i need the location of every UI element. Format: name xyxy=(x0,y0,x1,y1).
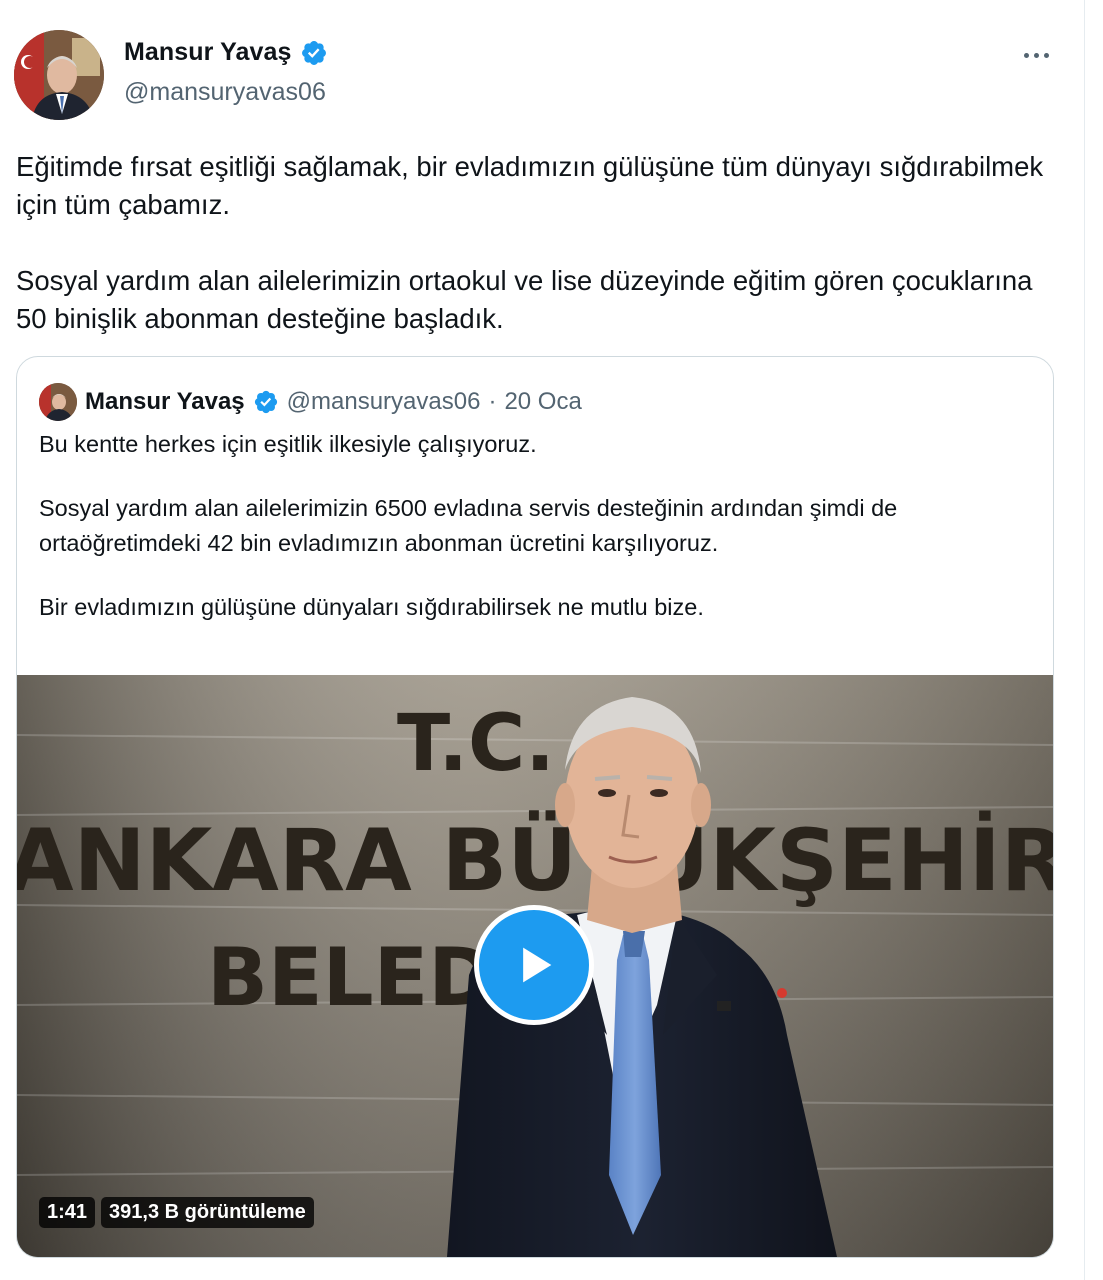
quoted-author-handle[interactable]: @mansuryavas06 xyxy=(287,388,481,416)
video-duration: 1:41 xyxy=(39,1197,96,1228)
quoted-tweet-header: Mansur Yavaş @mansuryavas06 · 20 Oca xyxy=(39,383,582,421)
video-player[interactable]: T.C. ANKARA BÜYÜKŞEHİR BELEDİYESİ 1:41 3… xyxy=(17,675,1053,1257)
video-meta: 1:41 391,3 B görüntüleme xyxy=(39,1197,314,1228)
play-icon xyxy=(523,947,552,983)
wall-sign-line-1: T.C. xyxy=(397,699,555,789)
verified-badge-icon xyxy=(253,389,279,415)
quoted-tweet-text: Bu kentte herkes için eşitlik ilkesiyle … xyxy=(39,427,1029,625)
tweet-text: Eğitimde fırsat eşitliği sağlamak, bir e… xyxy=(16,148,1056,338)
quoted-tweet[interactable]: Mansur Yavaş @mansuryavas06 · 20 Oca Bu … xyxy=(16,356,1054,1258)
tweet-paragraph: Sosyal yardım alan ailelerimizin ortaoku… xyxy=(16,265,1033,334)
more-horizontal-icon-dot xyxy=(1033,52,1039,58)
more-horizontal-icon-dot xyxy=(1043,52,1049,58)
timeline-border xyxy=(1084,0,1085,1280)
quoted-paragraph: Sosyal yardım alan ailelerimizin 6500 ev… xyxy=(39,495,898,556)
tweet-paragraph: Eğitimde fırsat eşitliği sağlamak, bir e… xyxy=(16,151,1044,220)
quoted-author-display-name[interactable]: Mansur Yavaş xyxy=(85,388,245,416)
author-handle[interactable]: @mansuryavas06 xyxy=(124,78,326,107)
author-display-name[interactable]: Mansur Yavaş xyxy=(124,38,292,67)
tweet: Mansur Yavaş @mansuryavas06 Eğitimde fır… xyxy=(0,0,1103,1280)
verified-badge-icon xyxy=(300,39,328,67)
quoted-author-avatar[interactable] xyxy=(39,383,77,421)
author-name-row[interactable]: Mansur Yavaş xyxy=(124,38,328,67)
quoted-paragraph: Bu kentte herkes için eşitlik ilkesiyle … xyxy=(39,431,537,457)
more-horizontal-icon xyxy=(1023,52,1029,58)
quoted-tweet-date[interactable]: 20 Oca xyxy=(504,388,581,416)
wall-sign-line-2: ANKARA BÜYÜKŞEHİR xyxy=(17,810,1053,911)
more-options-button[interactable] xyxy=(1016,40,1056,70)
separator-dot: · xyxy=(488,388,497,415)
quoted-paragraph: Bir evladımızın gülüşüne dünyaları sığdı… xyxy=(39,594,704,620)
author-avatar[interactable] xyxy=(14,30,104,120)
play-button[interactable] xyxy=(474,905,594,1025)
video-view-count: 391,3 B görüntüleme xyxy=(101,1197,314,1228)
